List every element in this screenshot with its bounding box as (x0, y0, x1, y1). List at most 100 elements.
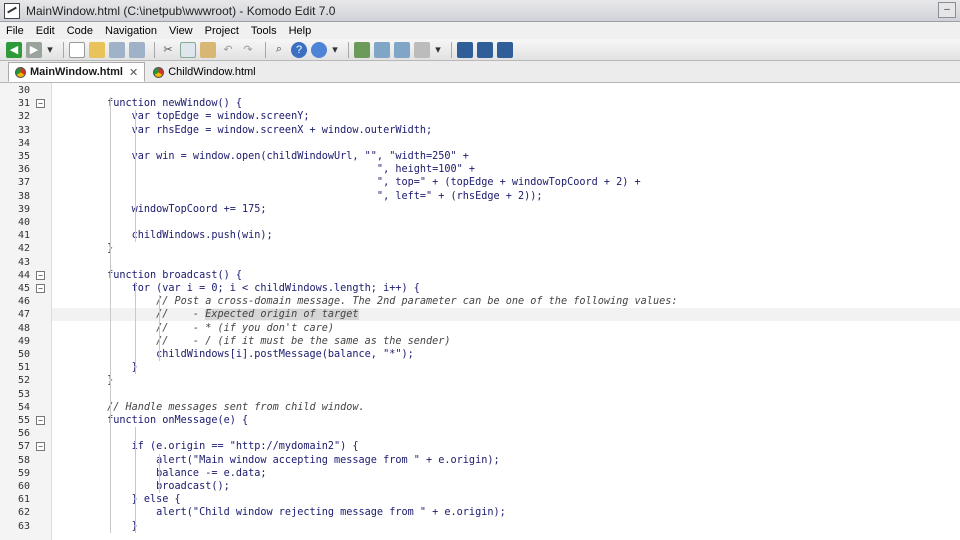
tab-childwindow[interactable]: ChildWindow.html (147, 62, 261, 82)
line-number: 45 (17, 283, 30, 294)
code-text: alert("Child window rejecting message fr… (58, 507, 506, 519)
code-line[interactable]: 41 childWindows.push(win); (18, 229, 960, 242)
line-number: 40 (17, 217, 30, 228)
code-line[interactable]: 53 (18, 388, 960, 401)
code-line[interactable]: 63 } (18, 520, 960, 533)
code-line[interactable]: 37 ", top=" + (topEdge + windowTopCoord … (18, 176, 960, 189)
menu-code[interactable]: Code (67, 25, 93, 37)
forward-icon[interactable]: ▶ (26, 41, 42, 58)
line-number: 43 (17, 256, 30, 268)
code-line[interactable]: 49 // - / (if it must be the same as the… (18, 335, 960, 348)
code-line[interactable]: 33 var rhsEdge = window.screenX + window… (18, 124, 960, 137)
window-title: MainWindow.html (C:\inetpub\wwwroot) - K… (26, 3, 336, 18)
undo-icon[interactable]: ↶ (220, 42, 236, 58)
dropdown-icon[interactable]: ▾ (331, 42, 339, 58)
toggle-panel-2-icon[interactable] (394, 41, 410, 58)
line-number: 42 (17, 243, 30, 255)
code-line[interactable]: 30 (18, 84, 960, 97)
fold-toggle-icon[interactable]: − (36, 270, 45, 280)
menu-file[interactable]: File (6, 25, 24, 37)
code-line[interactable]: 50 childWindows[i].postMessage(balance, … (18, 348, 960, 361)
line-number: 59 (17, 467, 30, 479)
new-file-icon[interactable] (69, 41, 85, 58)
toggle-panel-icon[interactable] (374, 41, 390, 58)
code-line[interactable]: 47 // - Expected origin of target (18, 308, 960, 322)
tab-mainwindow[interactable]: MainWindow.html ✕ (8, 62, 146, 82)
fold-toggle-icon[interactable]: − (36, 284, 45, 293)
code-text: // Handle messages sent from child windo… (58, 401, 365, 413)
line-number: 60 (17, 481, 30, 492)
menu-project[interactable]: Project (205, 25, 239, 37)
line-number: 38 (17, 190, 30, 202)
code-line[interactable]: 54 // Handle messages sent from child wi… (18, 401, 960, 414)
code-line[interactable]: 51 } (18, 361, 960, 374)
code-line[interactable]: 61 } else { (18, 493, 960, 506)
code-line[interactable]: 62 alert("Child window rejecting message… (18, 506, 960, 519)
main-toolbar: ◀ ▶ ▾ ✂ ↶ ↷ ⌕ ? ▾ ▾ (0, 39, 960, 61)
menu-navigation[interactable]: Navigation (105, 25, 157, 37)
fold-toggle-icon[interactable]: − (36, 416, 45, 425)
code-line[interactable]: 40 (18, 216, 960, 229)
run-icon[interactable] (497, 41, 513, 58)
menu-tools[interactable]: Tools (251, 25, 277, 37)
code-line[interactable]: 36 ", height=100" + (18, 163, 960, 176)
code-line[interactable]: 52 } (18, 374, 960, 387)
code-line[interactable]: 34 (18, 137, 960, 150)
code-line[interactable]: 32 var topEdge = window.screenY; (18, 110, 960, 123)
code-line[interactable]: 42 } (18, 242, 960, 255)
code-text: // - * (if you don't care) (58, 322, 335, 334)
back-icon[interactable]: ◀ (6, 41, 22, 58)
dropdown-icon[interactable]: ▾ (434, 42, 442, 58)
code-line[interactable]: 55− function onMessage(e) { (18, 414, 960, 427)
dropdown-icon[interactable]: ▾ (46, 42, 54, 58)
code-line[interactable]: 43 (18, 256, 960, 269)
toolbar-separator (348, 41, 349, 58)
code-text: // Post a cross-domain message. The 2nd … (58, 296, 678, 308)
code-line[interactable]: 59 balance -= e.data; (18, 467, 960, 480)
code-text: broadcast(); (58, 481, 230, 492)
indent-guide (135, 282, 136, 375)
code-line[interactable]: 58 alert("Main window accepting message … (18, 454, 960, 467)
code-line[interactable]: 48 // - * (if you don't care) (18, 322, 960, 335)
toolbar-separator (63, 41, 64, 58)
save-icon[interactable] (109, 41, 125, 58)
code-text: function broadcast() { (58, 269, 243, 281)
find-icon[interactable]: ⌕ (271, 42, 287, 58)
close-icon[interactable]: ✕ (129, 66, 138, 79)
fold-toggle-icon[interactable]: − (36, 99, 45, 109)
code-line[interactable]: 56 (18, 427, 960, 440)
code-text: } (58, 362, 138, 374)
code-text: } else { (58, 494, 181, 506)
code-line[interactable]: 39 windowTopCoord += 175; (18, 203, 960, 216)
code-area[interactable]: 30 31− function newWindow() {32 var topEd… (18, 83, 960, 540)
open-file-icon[interactable] (89, 41, 105, 58)
menu-edit[interactable]: Edit (36, 25, 55, 37)
code-line[interactable]: 31− function newWindow() { (18, 97, 960, 110)
browser-icon[interactable] (311, 41, 327, 58)
help-icon[interactable]: ? (291, 41, 307, 58)
line-number: 48 (17, 322, 30, 334)
menu-view[interactable]: View (169, 25, 193, 37)
code-line[interactable]: 38 ", left=" + (rhsEdge + 2)); (18, 190, 960, 203)
preview-icon[interactable] (354, 41, 370, 58)
copy-icon[interactable] (180, 41, 196, 58)
code-line[interactable]: 60 broadcast(); (18, 480, 960, 493)
line-number: 54 (17, 401, 30, 413)
minimize-icon[interactable]: – (938, 2, 956, 18)
save-all-icon[interactable] (129, 41, 145, 58)
code-line[interactable]: 44− function broadcast() { (18, 269, 960, 282)
toggle-panel-3-icon[interactable] (414, 41, 430, 58)
cut-icon[interactable]: ✂ (160, 42, 176, 58)
code-editor[interactable]: 30 31− function newWindow() {32 var topEd… (0, 83, 960, 540)
code-line[interactable]: 57− if (e.origin == "http://mydomain2") … (18, 440, 960, 453)
toolbox-icon[interactable] (457, 41, 473, 58)
menu-help[interactable]: Help (289, 25, 312, 37)
code-line[interactable]: 45− for (var i = 0; i < childWindows.len… (18, 282, 960, 295)
code-text: } (58, 520, 138, 532)
code-line[interactable]: 46 // Post a cross-domain message. The 2… (18, 295, 960, 308)
redo-icon[interactable]: ↷ (240, 42, 256, 58)
code-line[interactable]: 35 var win = window.open(childWindowUrl,… (18, 150, 960, 163)
fold-toggle-icon[interactable]: − (36, 442, 45, 452)
paste-icon[interactable] (200, 41, 216, 58)
debug-icon[interactable] (477, 41, 493, 58)
